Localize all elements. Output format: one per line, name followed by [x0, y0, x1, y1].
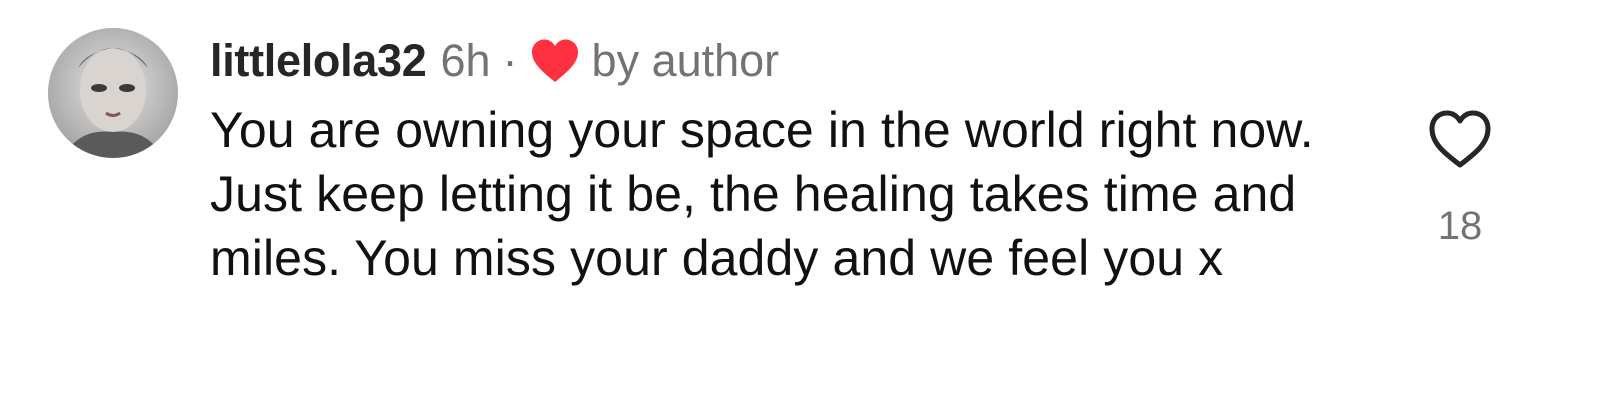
comment-text: You are owning your space in the world r… [210, 102, 1314, 286]
comment: littlelola32 6h · by author You are owni… [0, 0, 1600, 404]
like-count[interactable]: 18 [1438, 202, 1483, 250]
separator-dot: · [502, 35, 518, 86]
red-heart-icon [530, 38, 580, 84]
liked-by-author-label: by author [591, 35, 780, 86]
heart-outline-icon [1429, 110, 1491, 168]
username[interactable]: littlelola32 [210, 30, 427, 92]
avatar[interactable] [48, 28, 178, 158]
avatar-photo [48, 28, 178, 158]
comment-meta: littlelola32 6h · by author [210, 30, 1380, 92]
like-column: 18 [1420, 108, 1500, 250]
timestamp[interactable]: 6h [440, 30, 490, 92]
comment-body: littlelola32 6h · by author You are owni… [210, 30, 1380, 290]
like-button[interactable] [1427, 108, 1493, 170]
